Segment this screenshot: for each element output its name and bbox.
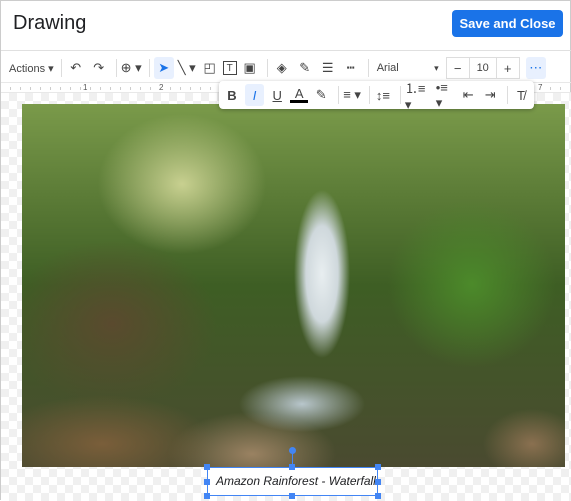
rotate-handle[interactable] (289, 447, 296, 454)
align-icon[interactable]: ≡ ▾ (343, 84, 361, 106)
undo-icon[interactable]: ↶ (66, 57, 86, 79)
divider (507, 86, 509, 104)
toolbar: Actions ▾ ↶ ↷ ⊕ ▾ ➤ ╲ ▾ ◰ T ▣ ◈ ✎ ☰ ┅ Ar… (1, 54, 571, 82)
divider (266, 59, 268, 77)
text-color-button[interactable]: A (290, 86, 309, 103)
divider (148, 59, 150, 77)
resize-handle[interactable] (289, 493, 295, 499)
line-spacing-icon[interactable]: ↕≡ (374, 84, 392, 106)
actions-menu[interactable]: Actions ▾ (9, 57, 54, 79)
dialog-title: Drawing (13, 12, 87, 34)
divider (338, 86, 340, 104)
ruler-mark: 2 (158, 83, 165, 92)
decrease-size-button[interactable]: − (447, 57, 469, 79)
numbered-list-icon[interactable]: ⒈≡ ▾ (405, 81, 432, 112)
decrease-indent-icon[interactable]: ⇤ (459, 84, 477, 106)
resize-handle[interactable] (289, 464, 295, 470)
divider (367, 59, 369, 77)
divider (60, 59, 62, 77)
ruler-mark: 1 (82, 83, 89, 92)
resize-handle[interactable] (204, 479, 210, 485)
divider (399, 86, 401, 104)
header: Drawing Save and Close (1, 1, 571, 51)
image-icon[interactable]: ▣ (240, 57, 260, 79)
font-name: Arial (376, 62, 399, 74)
fill-color-icon[interactable]: ◈ (272, 57, 292, 79)
redo-icon[interactable]: ↷ (89, 57, 109, 79)
clear-formatting-icon[interactable]: T̸ (512, 84, 530, 106)
resize-handle[interactable] (375, 464, 381, 470)
chevron-down-icon: ▾ (434, 62, 439, 73)
font-size-input[interactable]: 10 (468, 57, 497, 79)
zoom-icon[interactable]: ⊕ ▾ (121, 57, 142, 79)
resize-handle[interactable] (375, 493, 381, 499)
textbox-icon[interactable]: T (222, 61, 237, 75)
pen-icon[interactable]: ✎ (295, 57, 315, 79)
highlight-icon[interactable]: ✎ (312, 84, 330, 106)
resize-handle[interactable] (375, 479, 381, 485)
border-dash-icon[interactable]: ┅ (341, 57, 361, 79)
select-cursor-icon[interactable]: ➤ (153, 57, 174, 79)
rainforest-waterfall-image[interactable] (22, 104, 565, 467)
text-format-toolbar: B I U A ✎ ≡ ▾ ↕≡ ⒈≡ ▾ •≡ ▾ ⇤ ⇥ T̸ (219, 80, 534, 112)
font-size-stepper: − 10 + (445, 57, 520, 79)
divider (369, 86, 370, 104)
italic-button[interactable]: I (245, 84, 265, 106)
resize-handle[interactable] (204, 464, 210, 470)
increase-size-button[interactable]: + (497, 57, 519, 79)
bulleted-list-icon[interactable]: •≡ ▾ (436, 80, 455, 110)
font-select[interactable]: Arial ▾ (373, 57, 443, 79)
increase-indent-icon[interactable]: ⇥ (481, 84, 499, 106)
save-and-close-button[interactable]: Save and Close (452, 10, 563, 37)
resize-handle[interactable] (204, 493, 210, 499)
more-options-icon[interactable]: ⋯ (525, 57, 546, 79)
shape-icon[interactable]: ◰ (200, 57, 220, 79)
bold-button[interactable]: B (223, 84, 241, 106)
underline-button[interactable]: U (268, 84, 286, 106)
caption-textbox[interactable]: Amazon Rainforest - Waterfall (207, 467, 378, 496)
border-weight-icon[interactable]: ☰ (318, 57, 338, 79)
line-icon[interactable]: ╲ ▾ (177, 57, 197, 79)
divider (115, 59, 117, 77)
ruler-mark: 7 (537, 83, 544, 92)
